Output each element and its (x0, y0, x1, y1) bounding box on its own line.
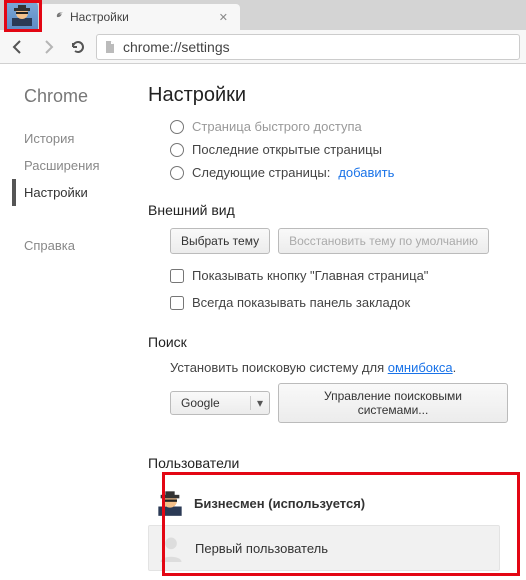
user-current-label: Бизнесмен (используется) (194, 496, 365, 511)
tab-title: Настройки (70, 10, 217, 24)
tab-strip: Настройки ✕ (0, 0, 526, 30)
show-home-label: Показывать кнопку "Главная страница" (192, 268, 428, 283)
show-home-row[interactable]: Показывать кнопку "Главная страница" (148, 262, 508, 289)
sidebar-brand: Chrome (24, 86, 130, 107)
search-description: Установить поисковую систему для омнибок… (148, 360, 508, 375)
omnibox-url: chrome://settings (123, 39, 230, 55)
content: Chrome История Расширения Настройки Спра… (0, 64, 526, 580)
startup-fast-label: Страница быстрого доступа (192, 119, 362, 134)
page-title: Настройки (148, 84, 508, 107)
users-title: Пользователи (148, 455, 500, 471)
toolbar: chrome://settings (0, 30, 526, 64)
sidebar: Chrome История Расширения Настройки Спра… (0, 64, 130, 580)
search-text-suffix: . (453, 360, 457, 375)
sidebar-item-help[interactable]: Справка (12, 232, 130, 259)
search-engine-select[interactable]: Google ▾ (170, 391, 270, 415)
reset-theme-button[interactable]: Восстановить тему по умолчанию (278, 228, 489, 254)
user-other-label: Первый пользователь (195, 541, 328, 556)
user-row-other[interactable]: Первый пользователь (148, 525, 500, 571)
main: Настройки Страница быстрого доступа Посл… (130, 64, 526, 580)
sidebar-item-settings[interactable]: Настройки (12, 179, 130, 206)
users-section: Пользователи Бизнесмен (используется) Пе… (140, 449, 508, 573)
omnibox[interactable]: chrome://settings (96, 34, 520, 60)
appearance-section: Внешний вид Выбрать тему Восстановить те… (148, 202, 508, 316)
omnibox-link[interactable]: омнибокса (388, 360, 453, 375)
startup-option-last[interactable]: Последние открытые страницы (148, 138, 508, 161)
businessman-avatar-icon (156, 489, 184, 517)
show-home-checkbox[interactable] (170, 269, 184, 283)
page-icon (103, 40, 117, 54)
reload-button[interactable] (66, 35, 90, 59)
startup-add-link[interactable]: добавить (338, 165, 394, 180)
search-engine-value: Google (181, 396, 220, 410)
back-button[interactable] (6, 35, 30, 59)
search-text-prefix: Установить поисковую систему для (170, 360, 388, 375)
forward-button[interactable] (36, 35, 60, 59)
show-bookmarks-label: Всегда показывать панель закладок (192, 295, 410, 310)
show-bookmarks-row[interactable]: Всегда показывать панель закладок (148, 289, 508, 316)
manage-search-button[interactable]: Управление поисковыми системами... (278, 383, 508, 423)
sidebar-item-extensions[interactable]: Расширения (12, 152, 130, 179)
startup-last-label: Последние открытые страницы (192, 142, 382, 157)
arrow-left-icon (10, 39, 26, 55)
appearance-title: Внешний вид (148, 202, 508, 218)
chevron-down-icon: ▾ (250, 396, 263, 410)
startup-pages-prefix: Следующие страницы: (192, 165, 330, 180)
show-bookmarks-checkbox[interactable] (170, 296, 184, 310)
profile-avatar-button[interactable] (6, 2, 38, 30)
silhouette-avatar-icon (157, 534, 185, 562)
radio-fast-access[interactable] (170, 120, 184, 134)
sidebar-item-history[interactable]: История (12, 125, 130, 152)
search-title: Поиск (148, 334, 508, 350)
radio-set-pages[interactable] (170, 166, 184, 180)
businessman-avatar-icon (10, 4, 34, 28)
startup-option-fast[interactable]: Страница быстрого доступа (148, 115, 508, 138)
startup-option-pages[interactable]: Следующие страницы: добавить (148, 161, 508, 184)
reload-icon (70, 39, 86, 55)
search-section: Поиск Установить поисковую систему для о… (148, 334, 508, 423)
choose-theme-button[interactable]: Выбрать тему (170, 228, 270, 254)
radio-last-pages[interactable] (170, 143, 184, 157)
user-row-current[interactable]: Бизнесмен (используется) (148, 481, 500, 525)
tab-close-button[interactable]: ✕ (217, 11, 230, 24)
wrench-icon (50, 10, 64, 24)
browser-tab[interactable]: Настройки ✕ (40, 4, 240, 30)
arrow-right-icon (40, 39, 56, 55)
